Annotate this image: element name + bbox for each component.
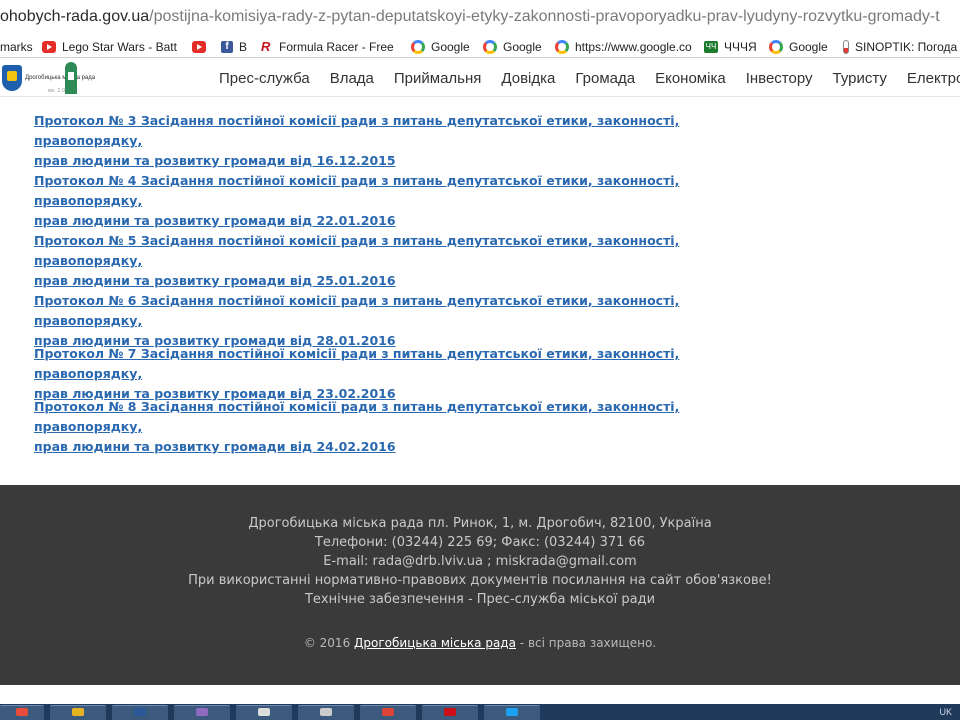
google-icon: [769, 40, 783, 54]
logo-text: Дрогобицька міська рада: [25, 74, 96, 81]
bookmark-chchch[interactable]: ЧЧ ЧЧЧЯ: [704, 39, 757, 55]
bookmark-youtube[interactable]: [192, 39, 212, 55]
taskbar-app-3[interactable]: [298, 705, 354, 720]
protocol-link-6[interactable]: Протокол № 6 Засідання постійної комісії…: [34, 291, 774, 351]
nav-economy[interactable]: Економіка: [655, 70, 726, 87]
bookmark-google-3[interactable]: Google: [769, 39, 828, 55]
facebook-icon: f: [221, 41, 233, 53]
site-header: Дрогобицька міська рада вв. 2.0 Прес-слу…: [0, 59, 960, 97]
google-icon: [555, 40, 569, 54]
nav-reference[interactable]: Довідка: [501, 70, 555, 87]
folder-icon: [72, 708, 84, 716]
word-icon: [134, 708, 146, 716]
google-icon: [411, 40, 425, 54]
copyright-site-link[interactable]: Дрогобицька міська рада: [354, 636, 516, 650]
protocol-list: Протокол № 3 Засідання постійної комісії…: [34, 97, 794, 485]
protocol-link-3[interactable]: Протокол № 3 Засідання постійної комісії…: [34, 111, 774, 171]
taskbar-word[interactable]: [112, 705, 168, 720]
bookmark-formula-racer[interactable]: R Formula Racer - Free: [261, 39, 394, 55]
os-taskbar: UK: [0, 704, 960, 720]
site-footer: Дрогобицька міська рада пл. Ринок, 1, м.…: [0, 485, 960, 685]
url-path: /postijna-komisiya-rady-z-pytan-deputats…: [149, 8, 940, 25]
nav-government[interactable]: Влада: [330, 70, 374, 87]
google-icon: [483, 40, 497, 54]
app-icon: [258, 708, 270, 716]
footer-phones: Телефони: (03244) 225 69; Факс: (03244) …: [314, 535, 646, 550]
url-text[interactable]: ohobych-rada.gov.ua/postijna-komisiya-ra…: [0, 8, 940, 26]
protocol-link-line: Протокол № 7 Засідання постійної комісії…: [34, 346, 680, 381]
sinoptik-icon: [843, 40, 849, 54]
bookmark-bookmarks[interactable]: marks: [0, 39, 33, 55]
protocol-link-line: Протокол № 3 Засідання постійної комісії…: [34, 113, 680, 148]
chchch-icon: ЧЧ: [704, 41, 718, 53]
nav-tourist[interactable]: Туристу: [833, 70, 887, 87]
taskbar-chrome[interactable]: [360, 705, 416, 720]
bookmark-label: marks: [0, 40, 33, 54]
youtube-icon: [192, 41, 206, 53]
city-crest-icon: [2, 65, 22, 91]
nav-press-service[interactable]: Прес-служба: [219, 70, 310, 87]
protocol-link-7[interactable]: Протокол № 7 Засідання постійної комісії…: [34, 344, 774, 404]
footer-copyright: © 2016 Дрогобицька міська рада - всі пра…: [0, 636, 960, 650]
taskbar-app-1[interactable]: [174, 705, 230, 720]
taskbar-start[interactable]: [0, 705, 44, 720]
address-bar[interactable]: ohobych-rada.gov.ua/postijna-komisiya-ra…: [0, 0, 960, 36]
taskbar-explorer[interactable]: [50, 705, 106, 720]
protocol-link-line: Протокол № 8 Засідання постійної комісії…: [34, 399, 680, 434]
main-nav: Прес-служба Влада Приймальня Довідка Гро…: [219, 59, 960, 96]
footer-address: Дрогобицька міська рада пл. Ринок, 1, м.…: [248, 516, 712, 531]
bookmark-label: https://www.google.co: [575, 40, 692, 54]
tower-icon: [65, 62, 77, 94]
protocol-link-line: прав людини та розвитку громади від 16.1…: [34, 153, 396, 168]
youtube-icon: [42, 41, 56, 53]
app-icon: [320, 708, 332, 716]
bookmark-label: В: [239, 40, 248, 54]
protocol-link-line: Протокол № 6 Засідання постійної комісії…: [34, 293, 680, 328]
protocol-link-line: прав людини та розвитку громади від 22.0…: [34, 213, 396, 228]
site-logo[interactable]: Дрогобицька міська рада вв. 2.0: [2, 61, 96, 95]
nav-reception[interactable]: Приймальня: [394, 70, 482, 87]
chrome-icon: [382, 708, 394, 716]
footer-email: E-mail: rada@drb.lviv.ua ; miskrada@gmai…: [323, 554, 637, 569]
bookmark-label: Google: [789, 40, 828, 54]
bookmark-google-2[interactable]: Google: [483, 39, 542, 55]
bookmark-label: Formula Racer - Free: [279, 40, 394, 54]
taskbar-app-2[interactable]: [236, 705, 292, 720]
copyright-suffix: - всі права захищено.: [519, 636, 657, 650]
nav-community[interactable]: Громада: [575, 70, 635, 87]
start-icon: [16, 708, 28, 716]
bookmark-facebook[interactable]: fВ: [221, 39, 247, 55]
copyright-year: © 2016: [303, 636, 351, 650]
bookmark-label: SINOPTIK: Погода: [855, 40, 958, 54]
nav-electronic[interactable]: Електронн: [907, 70, 960, 87]
protocol-link-4[interactable]: Протокол № 4 Засідання постійної комісії…: [34, 171, 774, 231]
bookmark-label: Google: [503, 40, 542, 54]
footer-support: Технічне забезпечення - Прес-служба місь…: [304, 592, 656, 607]
footer-notice: При використанні нормативно-правових док…: [188, 573, 772, 588]
opera-icon: [444, 708, 456, 716]
protocol-link-line: Протокол № 4 Засідання постійної комісії…: [34, 173, 680, 208]
protocol-link-5[interactable]: Протокол № 5 Засідання постійної комісії…: [34, 231, 774, 291]
taskbar-twitter[interactable]: [484, 705, 540, 720]
url-host: ohobych-rada.gov.ua: [0, 8, 150, 25]
bookmark-google-search[interactable]: https://www.google.co: [555, 39, 692, 55]
protocol-link-8[interactable]: Протокол № 8 Засідання постійної комісії…: [34, 397, 774, 457]
taskbar-language[interactable]: UK: [939, 707, 952, 717]
bookmark-google-1[interactable]: Google: [411, 39, 470, 55]
bookmark-lego-star-wars[interactable]: Lego Star Wars - Batt: [42, 39, 177, 55]
twitter-icon: [506, 708, 518, 716]
bookmark-sinoptik[interactable]: SINOPTIK: Погода: [843, 39, 957, 55]
taskbar-opera[interactable]: [422, 705, 478, 720]
bookmark-label: Google: [431, 40, 470, 54]
app-icon: [196, 708, 208, 716]
bookmark-label: Lego Star Wars - Batt: [62, 40, 177, 54]
bookmarks-bar: marks Lego Star Wars - Batt fВ R Formula …: [0, 36, 960, 58]
nav-investor[interactable]: Інвестору: [746, 70, 813, 87]
formula-racer-icon: R: [261, 39, 271, 54]
protocol-link-line: прав людини та розвитку громади від 24.0…: [34, 439, 396, 454]
protocol-link-line: Протокол № 5 Засідання постійної комісії…: [34, 233, 680, 268]
protocol-link-line: прав людини та розвитку громади від 25.0…: [34, 273, 396, 288]
logo-version: вв. 2.0: [48, 88, 66, 94]
bookmark-label: ЧЧЧЯ: [724, 40, 757, 54]
